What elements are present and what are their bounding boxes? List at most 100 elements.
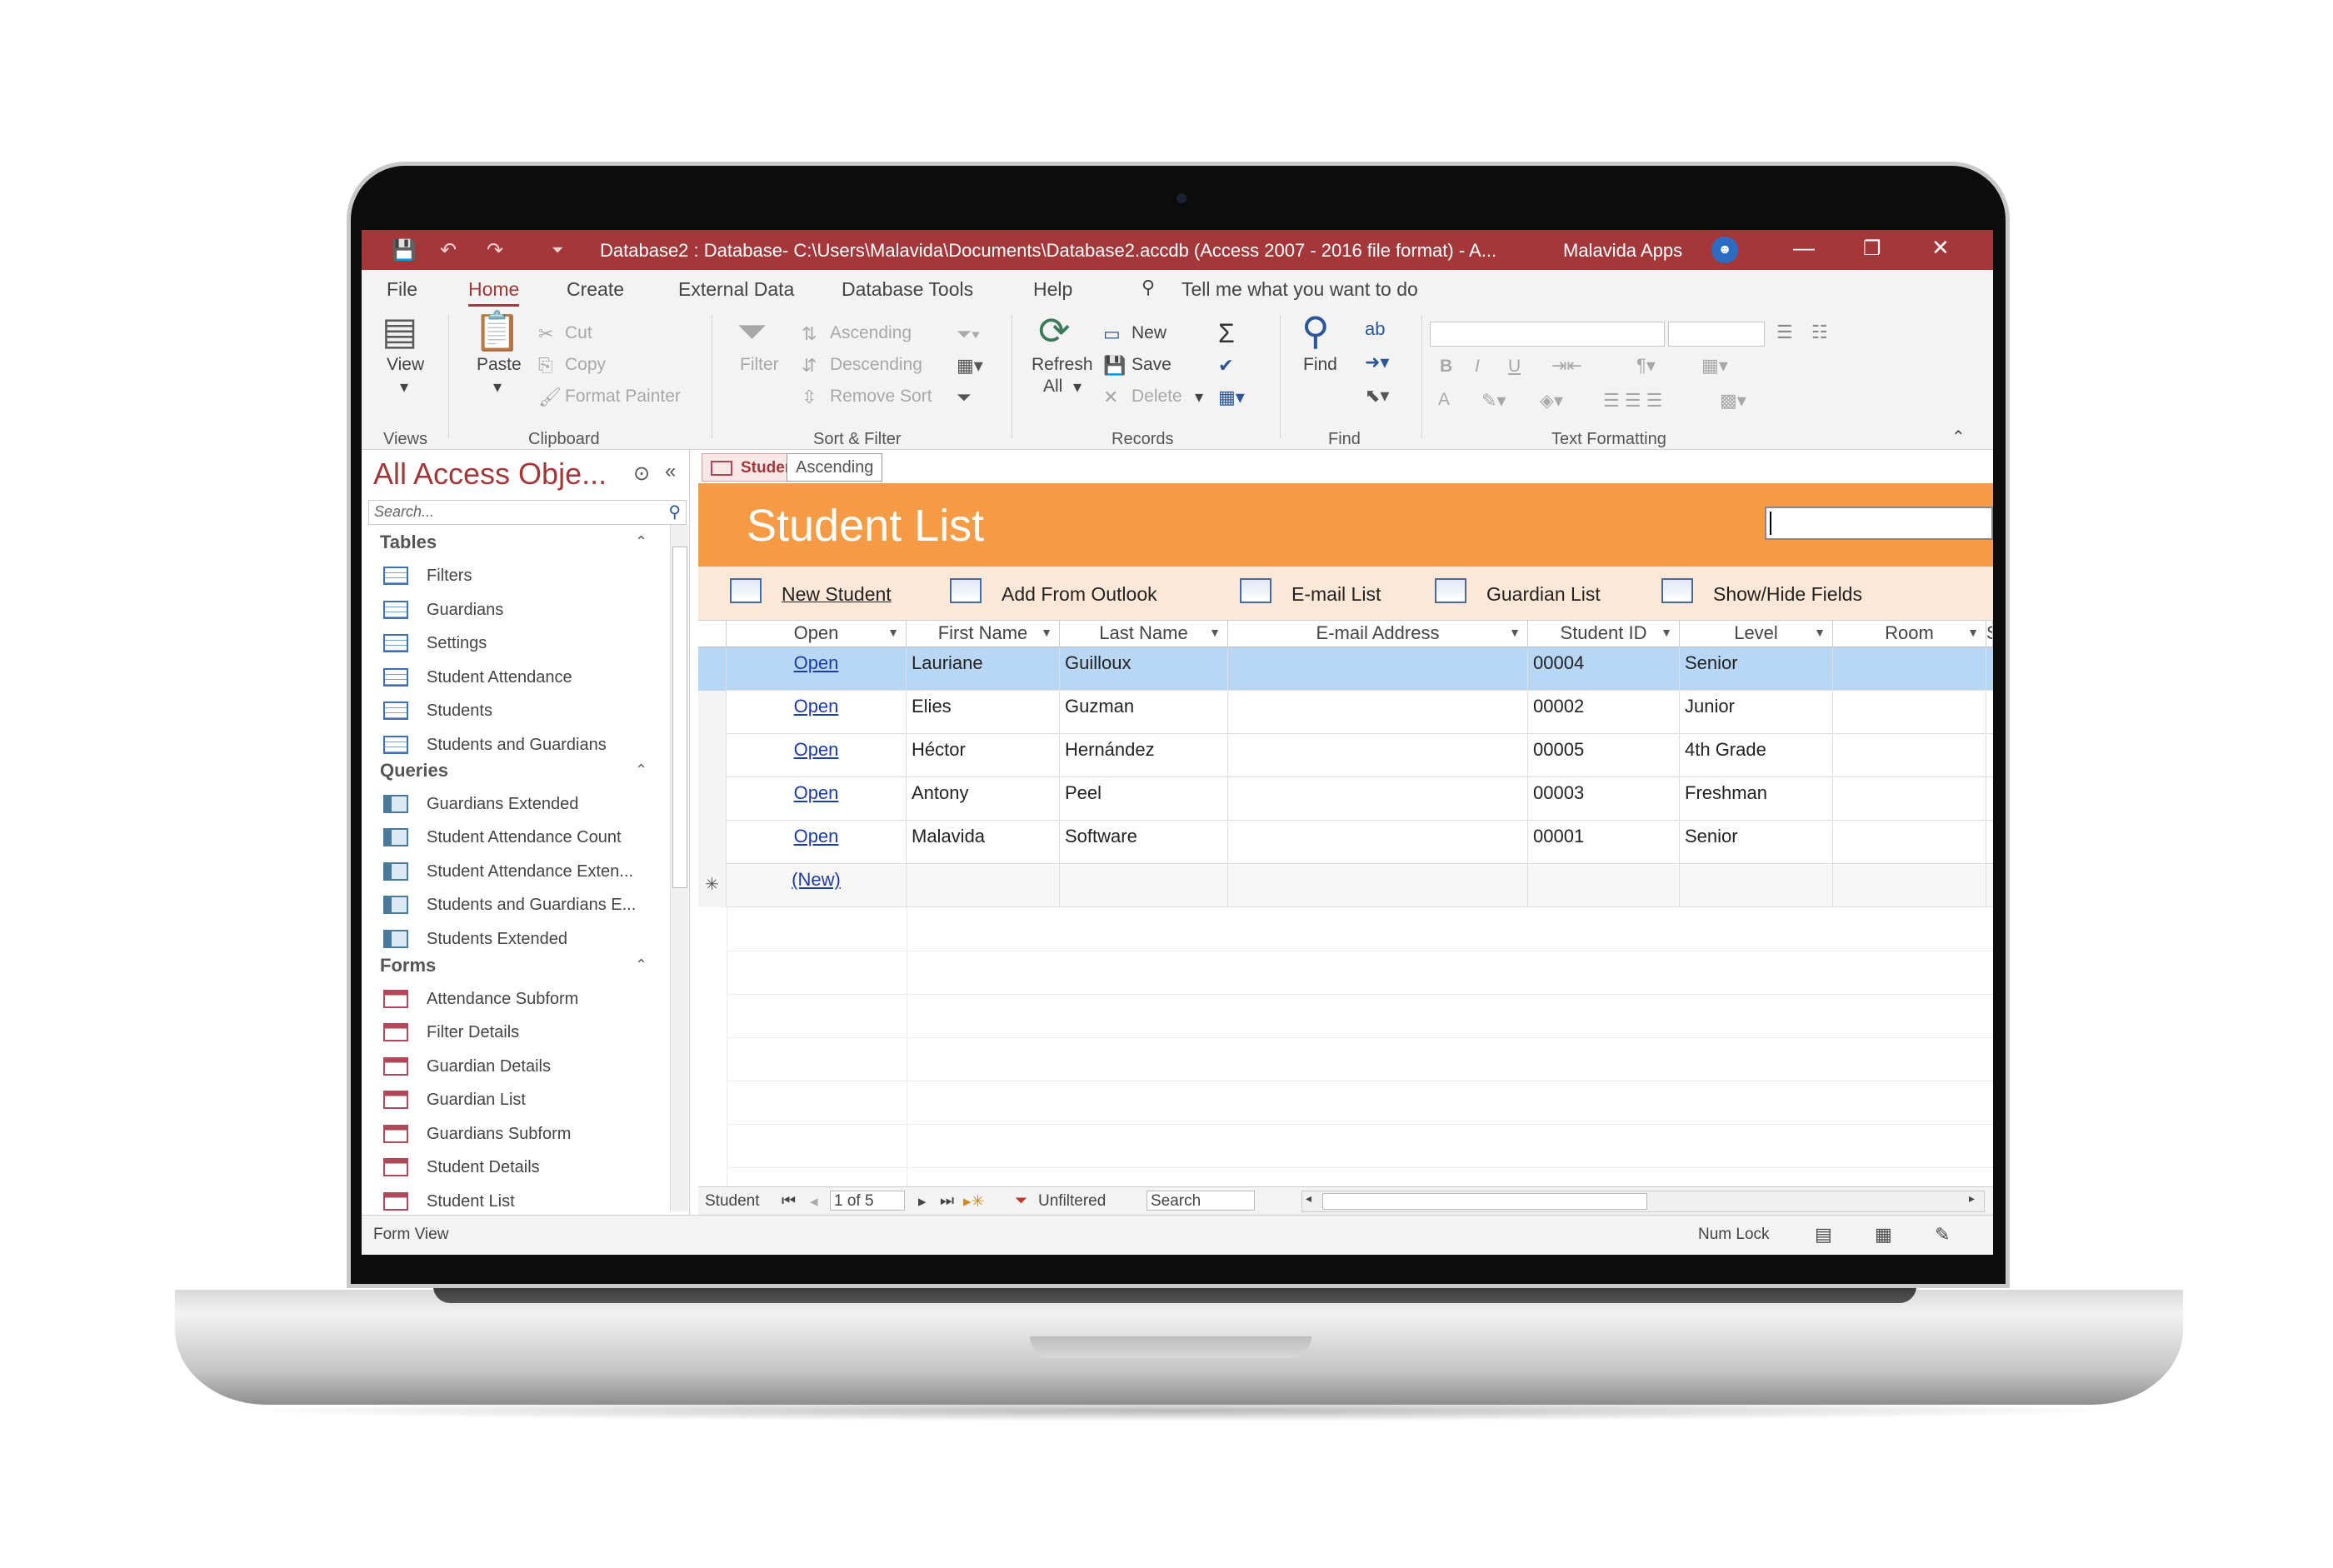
document-tab-student-list[interactable]: Student List (702, 453, 788, 482)
column-header-last-name[interactable]: Last Name ▼ (1060, 621, 1228, 647)
email-list-icon[interactable] (1240, 578, 1271, 603)
nav-item-guardian-list[interactable]: Guardian List (427, 1091, 526, 1110)
view-button[interactable]: View (387, 355, 424, 375)
add-from-outlook-button[interactable]: Add From Outlook (1002, 583, 1157, 606)
column-header-sp[interactable]: Sp (1986, 621, 1993, 647)
refresh-icon[interactable]: ⟳ (1038, 308, 1071, 353)
bullets-icon[interactable]: ☰ (1776, 322, 1793, 343)
scroll-left-icon[interactable]: ◂ (1306, 1191, 1311, 1206)
totals-icon[interactable]: Σ (1218, 318, 1235, 349)
nav-section-queries[interactable]: Queries (380, 760, 448, 782)
cell-level[interactable]: 4th Grade (1680, 734, 1833, 777)
nav-scrollbar[interactable] (670, 525, 688, 1211)
advanced-filter-icon[interactable]: ▦▾ (957, 355, 983, 377)
delete-dropdown-icon[interactable]: ▾ (1195, 387, 1203, 407)
cell-first-name[interactable]: Elies (907, 691, 1060, 734)
spelling-icon[interactable]: ✔ (1218, 355, 1233, 377)
horizontal-scrollbar-thumb[interactable] (1322, 1193, 1647, 1210)
chevron-down-icon[interactable]: ▼ (1509, 626, 1521, 639)
cell-first-name[interactable]: Héctor (907, 734, 1060, 777)
new-record-link[interactable]: (New) (727, 864, 907, 907)
open-link[interactable]: Open (727, 777, 907, 821)
font-color-button[interactable]: A (1438, 390, 1450, 410)
nav-item-guardians-subform[interactable]: Guardians Subform (427, 1125, 571, 1144)
align-icons[interactable]: ☰ ☰ ☰ (1603, 390, 1662, 412)
cell-room[interactable] (1833, 777, 1986, 821)
cell-level[interactable] (1680, 864, 1833, 907)
new-student-icon[interactable] (730, 578, 762, 603)
cell-student-id[interactable]: 00003 (1528, 777, 1680, 821)
cell-student-id[interactable]: 00002 (1528, 691, 1680, 734)
guardian-list-button[interactable]: Guardian List (1486, 583, 1601, 606)
refresh-all-button[interactable]: Refresh (1032, 355, 1093, 375)
cell-room[interactable] (1833, 691, 1986, 734)
table-row[interactable]: Open Malavida Software 00001 Senior (698, 821, 1993, 864)
email-list-button[interactable]: E-mail List (1291, 583, 1381, 606)
user-avatar-icon[interactable]: ☻ (1711, 237, 1738, 263)
user-name[interactable]: Malavida Apps (1563, 240, 1682, 262)
cell-room[interactable] (1833, 734, 1986, 777)
refresh-dropdown-icon[interactable]: ▾ (1073, 377, 1082, 397)
row-selector[interactable] (698, 734, 727, 777)
gridlines-icon[interactable]: ▦▾ (1701, 355, 1728, 377)
selection-filter-icon[interactable]: ⏷▾ (957, 323, 980, 345)
underline-button[interactable]: U (1508, 357, 1521, 377)
select-all-corner[interactable] (698, 621, 727, 647)
filter-button[interactable]: Filter (740, 355, 779, 375)
descending-button[interactable]: Descending (830, 355, 922, 375)
new-student-button[interactable]: New Student (782, 583, 892, 606)
new-record-row[interactable]: ✳ (New) (698, 864, 1993, 907)
paragraph-icon[interactable]: ¶▾ (1636, 355, 1656, 377)
nav-item-students-and-guardians-extended[interactable]: Students and Guardians E... (427, 896, 636, 915)
column-header-level[interactable]: Level ▼ (1680, 621, 1833, 647)
save-record-button[interactable]: Save (1132, 355, 1171, 375)
cell-student-id[interactable]: 00001 (1528, 821, 1680, 864)
cell-student-id[interactable] (1528, 864, 1680, 907)
delete-record-button[interactable]: Delete (1132, 387, 1182, 407)
cell-email[interactable] (1228, 777, 1528, 821)
cell-level[interactable]: Senior (1680, 647, 1833, 691)
format-painter-icon[interactable]: 🖌 (538, 387, 562, 408)
undo-icon[interactable]: ↶ (440, 238, 457, 262)
remove-sort-button[interactable]: Remove Sort (830, 387, 932, 407)
first-record-icon[interactable]: ⏮ (782, 1192, 796, 1211)
show-hide-fields-button[interactable]: Show/Hide Fields (1713, 583, 1862, 606)
view-dropdown-icon[interactable]: ▾ (400, 377, 408, 397)
ascending-button[interactable]: Ascending (830, 323, 912, 343)
view-icon[interactable]: ▤ (382, 308, 417, 353)
previous-record-icon[interactable]: ◂ (810, 1192, 818, 1211)
nav-item-student-attendance[interactable]: Student Attendance (427, 668, 572, 687)
copy-icon[interactable]: ⎘ (538, 355, 553, 377)
cell-room[interactable] (1833, 864, 1986, 907)
cell-email[interactable] (1228, 864, 1528, 907)
cell-email[interactable] (1228, 734, 1528, 777)
nav-item-students-extended[interactable]: Students Extended (427, 930, 567, 949)
customize-qat-icon[interactable]: ⏷ (552, 242, 563, 259)
tab-create[interactable]: Create (567, 278, 624, 301)
tell-me-search[interactable]: Tell me what you want to do (1181, 278, 1418, 301)
cell-first-name[interactable]: Antony (907, 777, 1060, 821)
scroll-right-icon[interactable]: ▸ (1969, 1191, 1975, 1206)
nav-pane-title[interactable]: All Access Obje... (373, 457, 607, 492)
nav-item-guardians[interactable]: Guardians (427, 601, 503, 620)
cell-last-name[interactable]: Guzman (1060, 691, 1228, 734)
paste-button[interactable]: Paste (477, 355, 522, 375)
nav-item-student-list[interactable]: Student List (427, 1192, 515, 1211)
tab-file[interactable]: File (387, 278, 417, 301)
row-selector[interactable] (698, 821, 727, 864)
redo-icon[interactable]: ↷ (487, 238, 503, 262)
cell-student-id[interactable]: 00005 (1528, 734, 1680, 777)
select-icon[interactable]: ⬉▾ (1365, 385, 1389, 407)
cell-first-name[interactable]: Lauriane (907, 647, 1060, 691)
nav-scrollbar-thumb[interactable] (672, 547, 687, 888)
format-painter-button[interactable]: Format Painter (565, 387, 681, 407)
column-header-first-name[interactable]: First Name ▼ (907, 621, 1060, 647)
form-search-input[interactable] (1765, 507, 1993, 540)
table-row[interactable]: Open Héctor Hernández 00005 4th Grade (698, 734, 1993, 777)
chevron-down-icon[interactable]: ▼ (1967, 626, 1979, 639)
save-record-icon[interactable]: 💾 (1103, 355, 1126, 377)
cell-last-name[interactable]: Peel (1060, 777, 1228, 821)
cell-last-name[interactable]: Guilloux (1060, 647, 1228, 691)
font-name-combo[interactable] (1430, 322, 1665, 347)
chevron-up-icon[interactable]: ⌃ (635, 533, 647, 551)
